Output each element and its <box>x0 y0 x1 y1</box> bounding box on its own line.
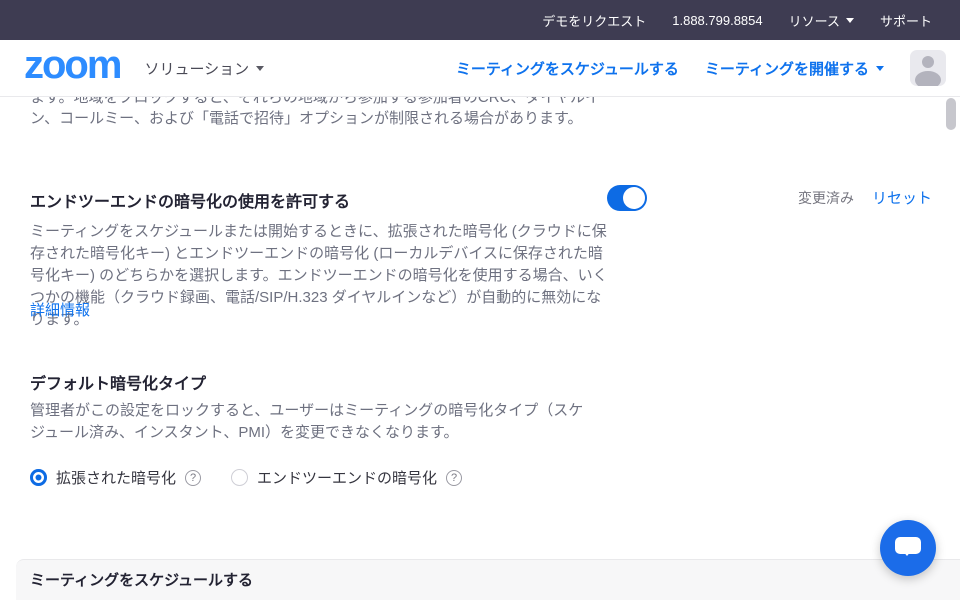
user-avatar[interactable] <box>910 50 946 86</box>
zoom-logo[interactable]: zoom <box>24 45 120 85</box>
reset-link[interactable]: リセット <box>872 187 932 208</box>
request-demo-link[interactable]: デモをリクエスト <box>542 11 646 30</box>
settings-content: ます。地域をブロックすると、それらの地域から参加する参加者のCRC、ダイヤルイン… <box>0 97 960 600</box>
next-section-header-band: ミーティングをスケジュールする <box>16 559 960 600</box>
schedule-meeting-link[interactable]: ミーティングをスケジュールする <box>456 58 679 79</box>
chevron-down-icon <box>846 18 854 23</box>
radio-option-e2e[interactable]: エンドツーエンドの暗号化 ? <box>231 467 462 488</box>
e2e-setting-title: エンドツーエンドの暗号化の使用を許可する <box>30 188 350 212</box>
top-utility-bar: デモをリクエスト 1.888.799.8854 リソース サポート <box>0 0 960 40</box>
help-question-icon[interactable]: ? <box>446 470 462 486</box>
chevron-down-icon <box>256 66 264 71</box>
default-encryption-title: デフォルト暗号化タイプ <box>30 370 206 394</box>
header-actions: ミーティングをスケジュールする ミーティングを開催する <box>456 50 946 86</box>
resources-label: リソース <box>789 11 840 30</box>
radio-option-label: エンドツーエンドの暗号化 <box>257 467 437 488</box>
help-question-icon[interactable]: ? <box>185 470 201 486</box>
support-link[interactable]: サポート <box>880 11 932 30</box>
default-encryption-description: 管理者がこの設定をロックすると、ユーザーはミーティングの暗号化タイプ（スケジュー… <box>30 400 586 444</box>
toggle-knob-icon <box>623 187 645 209</box>
encryption-type-options: 拡張された暗号化 ? エンドツーエンドの暗号化 ? <box>30 467 462 488</box>
phone-number-link[interactable]: 1.888.799.8854 <box>672 13 762 28</box>
radio-selected-icon[interactable] <box>30 469 47 486</box>
host-meeting-menu[interactable]: ミーティングを開催する <box>705 58 884 79</box>
setting-status: 変更済み リセット <box>798 187 932 208</box>
radio-option-label: 拡張された暗号化 <box>56 467 176 488</box>
scrollbar-thumb[interactable] <box>946 98 956 130</box>
chat-support-button[interactable] <box>880 520 936 576</box>
previous-setting-description: ます。地域をブロックすると、それらの地域から参加する参加者のCRC、ダイヤルイン… <box>30 97 602 129</box>
modified-badge: 変更済み <box>798 188 854 208</box>
chat-bubble-icon <box>895 537 921 554</box>
solutions-label: ソリューション <box>144 58 249 79</box>
radio-option-enhanced[interactable]: 拡張された暗号化 ? <box>30 467 201 488</box>
main-header: zoom ソリューション ミーティングをスケジュールする ミーティングを開催する <box>0 40 960 97</box>
chevron-down-icon <box>876 66 884 71</box>
radio-unselected-icon[interactable] <box>231 469 248 486</box>
solutions-menu[interactable]: ソリューション <box>144 58 264 79</box>
host-meeting-label: ミーティングを開催する <box>705 58 869 79</box>
resources-menu[interactable]: リソース <box>789 11 854 30</box>
learn-more-link[interactable]: 詳細情報 <box>30 299 90 320</box>
section-header-title: ミーティングをスケジュールする <box>30 569 960 590</box>
e2e-setting-description: ミーティングをスケジュールまたは開始するときに、拡張された暗号化 (クラウドに保… <box>30 221 608 331</box>
e2e-toggle[interactable] <box>607 185 647 211</box>
